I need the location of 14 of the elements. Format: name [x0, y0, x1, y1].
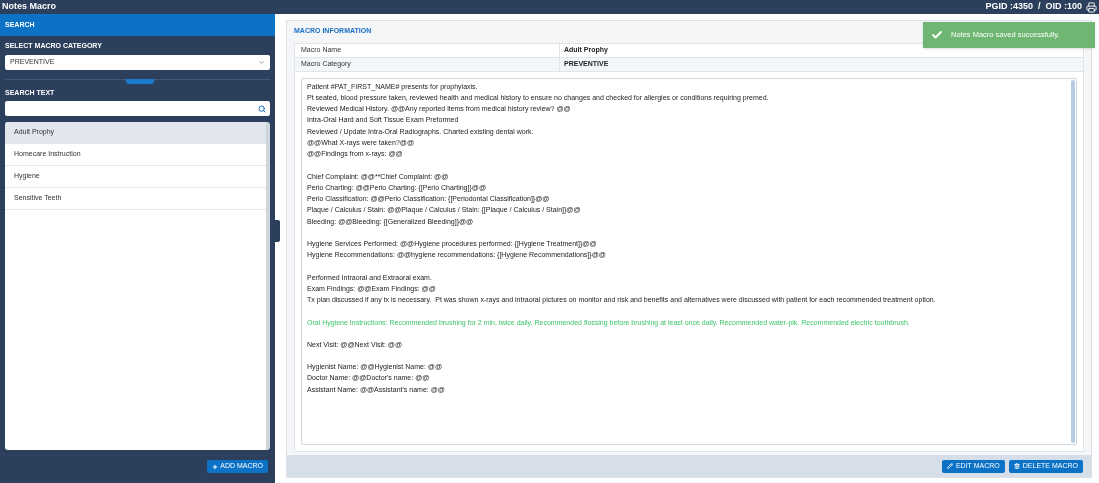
notes-box[interactable] [301, 77, 1077, 445]
chevron-icon [258, 58, 265, 66]
app-title: Notes Macro [2, 0, 56, 14]
page-ids: PGID :4350 / OID :100 [985, 0, 1082, 14]
plus-icon [212, 463, 219, 470]
collapse-handle[interactable] [126, 78, 154, 84]
print-icon[interactable] [1086, 1, 1097, 13]
pencil-icon [946, 463, 953, 469]
check-icon [931, 29, 943, 41]
search-field[interactable] [5, 101, 270, 116]
trash-icon [1013, 463, 1020, 469]
search-icon[interactable] [258, 104, 266, 113]
splitter-handle[interactable] [275, 220, 280, 242]
scrollbar[interactable] [1071, 79, 1075, 443]
